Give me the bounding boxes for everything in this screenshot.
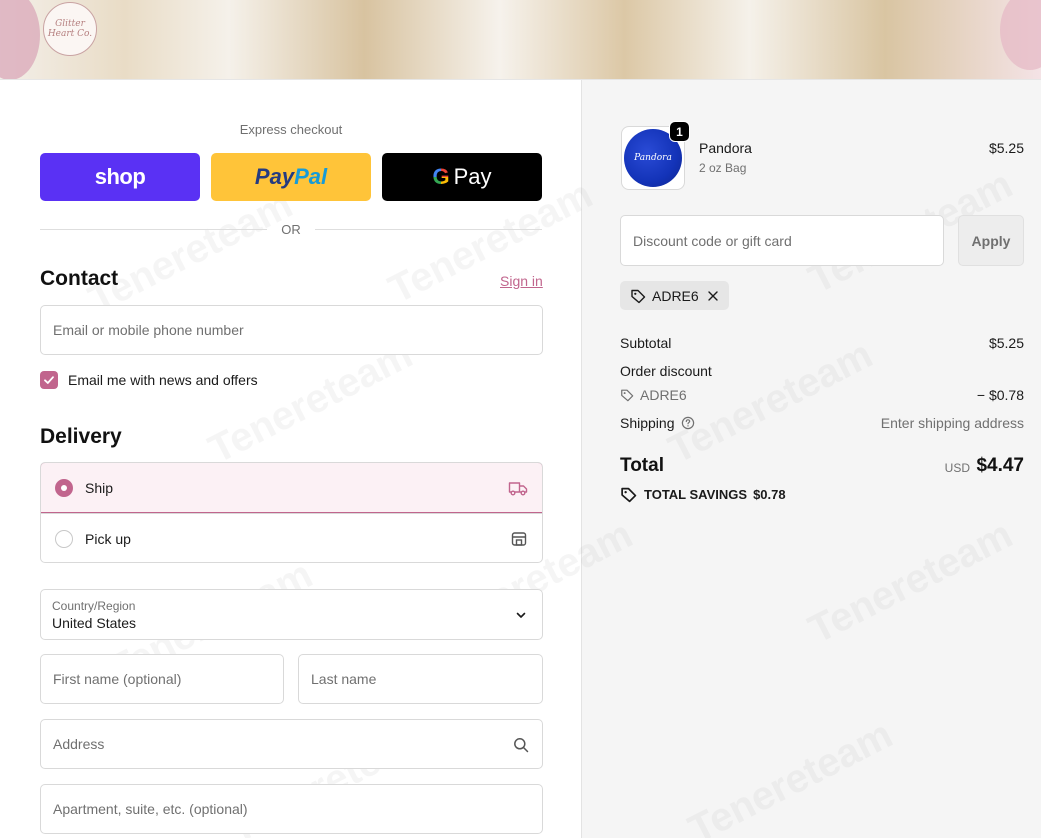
- savings-value: $0.78: [753, 487, 786, 502]
- delivery-title: Delivery: [40, 425, 122, 448]
- applied-discount-tag: ADRE6: [620, 281, 729, 310]
- delivery-option-ship[interactable]: Ship: [41, 463, 542, 513]
- news-offers-label: Email me with news and offers: [68, 372, 258, 388]
- product-variant: 2 oz Bag: [699, 161, 747, 175]
- subtotal-label: Subtotal: [620, 335, 672, 351]
- tag-icon: [621, 389, 634, 402]
- last-name-field[interactable]: [298, 654, 543, 704]
- pickup-label: Pick up: [85, 530, 131, 547]
- product-image-text: Pandora: [634, 153, 672, 163]
- help-icon[interactable]: [681, 416, 695, 430]
- apartment-input[interactable]: [41, 785, 542, 833]
- shipping-label: Shipping: [620, 415, 675, 431]
- first-name-field[interactable]: [40, 654, 284, 704]
- banner-decoration: [0, 0, 40, 79]
- google-pay-label: Pay: [453, 164, 492, 189]
- total-currency: USD: [944, 461, 970, 475]
- pickup-radio[interactable]: [55, 529, 73, 548]
- ship-radio[interactable]: [55, 478, 73, 497]
- or-divider: OR: [40, 221, 542, 237]
- ship-label: Ship: [85, 479, 114, 496]
- google-g-icon: G: [432, 164, 450, 189]
- divider-line: [314, 228, 542, 230]
- discount-code-row: ADRE6: [620, 387, 687, 403]
- product-price: $5.25: [988, 140, 1024, 156]
- paypal-button[interactable]: Pay Pal: [211, 153, 371, 201]
- divider-line: [40, 228, 268, 230]
- store-logo[interactable]: Glitter Heart Co.: [43, 2, 97, 56]
- discount-field[interactable]: [620, 215, 944, 266]
- email-input[interactable]: [41, 306, 542, 354]
- country-value: United States: [52, 615, 137, 631]
- delivery-method-group: Ship Pick up: [40, 462, 543, 563]
- news-offers-checkbox[interactable]: [40, 371, 58, 389]
- truck-icon: [508, 482, 528, 496]
- header-banner: Glitter Heart Co.: [0, 0, 1041, 80]
- discount-code-text: ADRE6: [640, 387, 687, 403]
- delivery-option-pickup[interactable]: Pick up: [41, 513, 542, 562]
- first-name-input[interactable]: [41, 655, 283, 703]
- google-pay-button[interactable]: G Pay: [382, 153, 542, 201]
- discount-value: − $0.78: [976, 387, 1024, 403]
- contact-title: Contact: [40, 267, 119, 290]
- country-label: Country/Region: [52, 599, 136, 613]
- apartment-field[interactable]: [40, 784, 543, 834]
- tag-icon: [631, 289, 646, 303]
- total-savings: TOTAL SAVINGS $0.78: [620, 486, 786, 503]
- paypal-label-part1: Pay: [254, 164, 295, 189]
- sign-in-link[interactable]: Sign in: [500, 273, 543, 289]
- watermark: Tenereteam: [81, 182, 300, 322]
- search-icon: [514, 738, 529, 753]
- shipping-row-label: Shipping: [620, 415, 695, 431]
- chevron-down-icon: [516, 612, 526, 618]
- country-select[interactable]: Country/Region United States: [40, 589, 543, 640]
- shop-pay-label: shop: [94, 164, 146, 189]
- product-name: Pandora: [699, 140, 752, 156]
- subtotal-value: $5.25: [988, 335, 1024, 351]
- shop-pay-button[interactable]: shop: [40, 153, 200, 201]
- address-input[interactable]: [41, 720, 542, 768]
- last-name-input[interactable]: [299, 655, 542, 703]
- order-discount-label: Order discount: [620, 363, 712, 379]
- checkmark-icon: [44, 376, 54, 384]
- paypal-label-part2: Pal: [294, 164, 328, 189]
- tag-icon: [621, 487, 637, 503]
- remove-discount-icon[interactable]: [707, 290, 719, 302]
- news-offers-option[interactable]: Email me with news and offers: [40, 371, 258, 389]
- total-value: $4.47: [976, 455, 1024, 476]
- express-checkout-title: Express checkout: [239, 122, 343, 137]
- savings-label: TOTAL SAVINGS: [644, 487, 748, 502]
- logo-text: Glitter Heart Co.: [47, 19, 93, 39]
- shipping-value: Enter shipping address: [880, 415, 1024, 431]
- banner-decoration: [1000, 0, 1041, 70]
- total-label: Total: [620, 455, 664, 476]
- email-field[interactable]: [40, 305, 543, 355]
- discount-input[interactable]: [621, 216, 943, 265]
- applied-code-text: ADRE6: [652, 287, 699, 304]
- or-text: OR: [281, 221, 301, 237]
- store-icon: [511, 532, 527, 546]
- quantity-badge: 1: [669, 121, 690, 142]
- address-field[interactable]: [40, 719, 543, 769]
- apply-button[interactable]: Apply: [958, 215, 1024, 266]
